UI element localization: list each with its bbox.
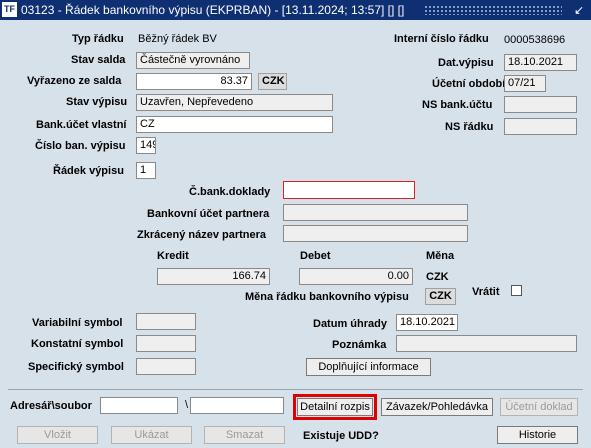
radek-vypisu-field[interactable]: 1: [136, 162, 156, 179]
nazev-partnera-label: Zkrácený název partnera: [137, 229, 267, 241]
adresar-soubor-label: Adresář\soubor: [10, 400, 92, 412]
debet-field[interactable]: 0.00: [299, 268, 413, 285]
dat-vypisu-label: Dat.výpisu: [438, 57, 494, 69]
poznamka-label: Poznámka: [332, 339, 387, 351]
kredit-label: Kredit: [157, 250, 189, 262]
historie-button[interactable]: Historie: [497, 426, 578, 444]
vratit-checkbox[interactable]: [511, 285, 522, 296]
bank-doklad-label: Č.bank.doklady: [189, 186, 271, 198]
specificky-symbol-label: Specifický symbol: [28, 361, 124, 373]
bank-ucet-field[interactable]: CZ: [136, 116, 333, 133]
window-title: 03123 - Řádek bankovního výpisu (EKPRBAN…: [21, 3, 405, 17]
ns-bank-uctu-field[interactable]: [504, 96, 577, 113]
vyrazeno-currency-field[interactable]: CZK: [258, 73, 287, 90]
bank-ucet-label: Bank.účet vlastní: [36, 119, 127, 131]
smazat-button[interactable]: Smazat: [204, 426, 285, 444]
vyrazeno-field[interactable]: 83.37: [136, 73, 252, 90]
ns-radku-label: NS řádku: [445, 121, 494, 133]
variabilni-symbol-field[interactable]: [136, 313, 196, 330]
stav-salda-label: Stav salda: [71, 54, 126, 66]
ns-radku-field[interactable]: [504, 118, 577, 135]
ucetni-obdobi-field[interactable]: 07/21: [504, 75, 546, 92]
minimize-icon[interactable]: ↙: [574, 3, 584, 17]
detailni-rozpis-button[interactable]: Detailní rozpis: [293, 394, 377, 420]
stav-salda-field[interactable]: Částečně vyrovnáno: [136, 52, 250, 69]
divider: [8, 389, 583, 390]
cislo-ban-vypisu-field[interactable]: 149: [136, 137, 156, 154]
cislo-ban-vypisu-label: Číslo ban. výpisu: [35, 140, 126, 152]
kredit-field[interactable]: 166.74: [157, 268, 270, 285]
mena-value: CZK: [426, 271, 449, 283]
ucet-partnera-label: Bankovní účet partnera: [147, 208, 270, 220]
stav-vypisu-field[interactable]: Uzavřen, Nepřevedeno: [136, 94, 333, 111]
mena-radku-label: Měna řádku bankovního výpisu: [245, 291, 409, 303]
bank-statement-line-window: TF 03123 - Řádek bankovního výpisu (EKPR…: [0, 0, 591, 448]
ukazat-button[interactable]: Ukázat: [111, 426, 192, 444]
radek-vypisu-label: Řádek výpisu: [53, 165, 124, 177]
title-bar: TF 03123 - Řádek bankovního výpisu (EKPR…: [0, 0, 591, 20]
adresar-field[interactable]: [100, 397, 178, 414]
datum-uhrady-field[interactable]: 18.10.2021: [396, 314, 458, 331]
doplnujici-informace-button[interactable]: Doplňující informace: [306, 358, 431, 376]
vlozit-button[interactable]: Vložit: [17, 426, 98, 444]
title-bar-grip: [424, 5, 562, 15]
konstantni-symbol-label: Konstatní symbol: [31, 338, 124, 350]
vyrazeno-label: Vyřazeno ze salda: [27, 75, 122, 87]
bank-doklad-field[interactable]: [283, 181, 415, 199]
interni-cislo-label: Interní číslo řádku: [394, 33, 489, 45]
zavazek-pohledavka-button[interactable]: Závazek/Pohledávka: [381, 398, 493, 416]
dat-vypisu-field[interactable]: 18.10.2021: [504, 54, 577, 71]
ucetni-obdobi-label: Účetní období: [432, 78, 506, 90]
konstantni-symbol-field[interactable]: [136, 335, 196, 352]
nazev-partnera-field[interactable]: [283, 225, 468, 242]
existuje-udd-label: Existuje UDD?: [303, 430, 379, 442]
interni-cislo-value: 0000538696: [504, 34, 566, 46]
stav-vypisu-label: Stav výpisu: [66, 96, 128, 108]
ns-bank-uctu-label: NS bank.účtu: [422, 99, 493, 111]
app-logo-icon: TF: [2, 2, 17, 17]
specificky-symbol-field[interactable]: [136, 358, 196, 375]
typ-radku-value: Běžný řádek BV: [138, 33, 217, 45]
poznamka-field[interactable]: [396, 335, 577, 352]
mena-radku-field[interactable]: CZK: [425, 288, 456, 305]
datum-uhrady-label: Datum úhrady: [313, 318, 387, 330]
debet-label: Debet: [300, 250, 331, 262]
vratit-label: Vrátit: [472, 286, 500, 298]
mena-label: Měna: [426, 250, 455, 262]
soubor-field[interactable]: [190, 397, 284, 414]
ucetni-doklad-button[interactable]: Účetní doklad: [500, 398, 578, 416]
ucet-partnera-field[interactable]: [283, 204, 468, 221]
path-separator: \: [185, 399, 189, 411]
typ-radku-label: Typ řádku: [72, 33, 124, 45]
variabilni-symbol-label: Variabilní symbol: [32, 317, 123, 329]
